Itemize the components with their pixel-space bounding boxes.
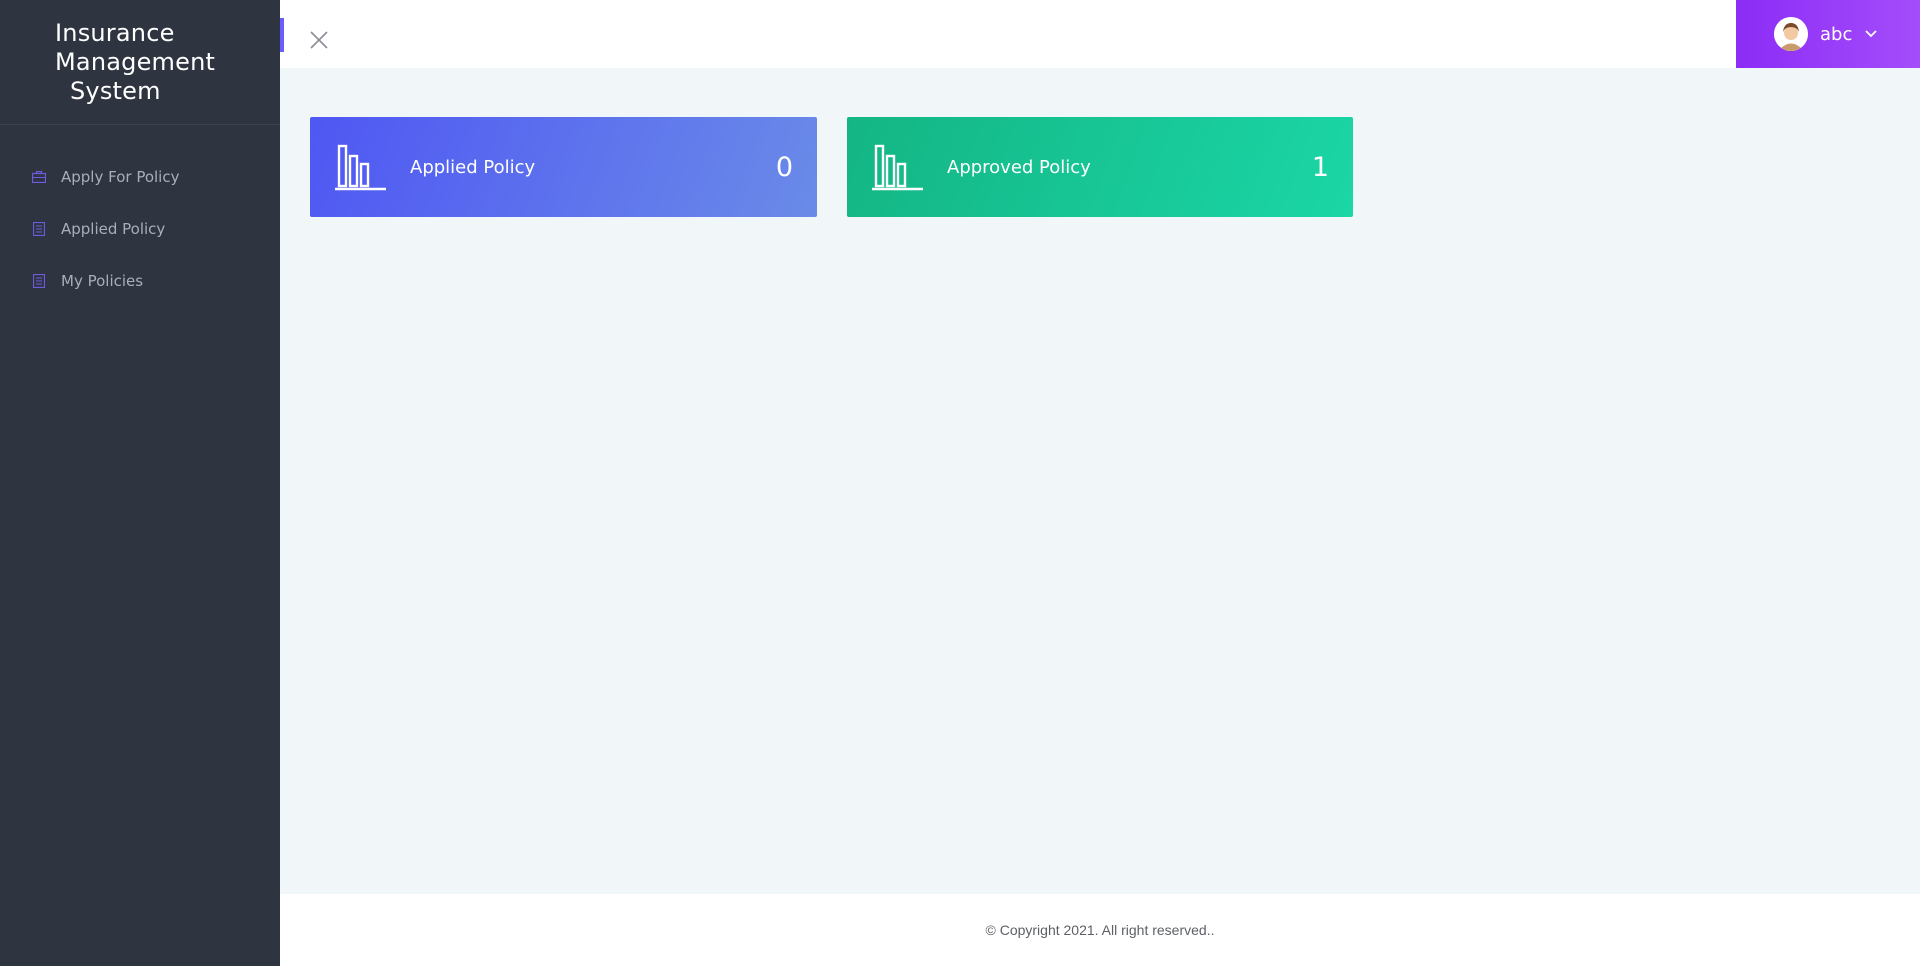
card-value: 0 bbox=[775, 151, 793, 183]
document-icon bbox=[32, 222, 46, 236]
bar-chart-icon bbox=[334, 143, 388, 191]
sidebar-item-label: Applied Policy bbox=[61, 220, 166, 238]
sidebar-item-applied-policy[interactable]: Applied Policy bbox=[0, 203, 280, 255]
card-title: Applied Policy bbox=[410, 156, 536, 178]
card-value: 1 bbox=[1311, 151, 1329, 183]
app-title-line-3: System bbox=[70, 76, 161, 105]
chevron-down-icon bbox=[1864, 27, 1878, 41]
sidebar-item-label: Apply For Policy bbox=[61, 168, 180, 186]
top-bar: abc bbox=[280, 0, 1920, 68]
app-title-line-1: Insurance bbox=[55, 18, 175, 47]
app-title-line-2: Management bbox=[55, 47, 216, 76]
bar-chart-icon bbox=[871, 143, 925, 191]
copyright-text: © Copyright 2021. All right reserved.. bbox=[985, 922, 1215, 938]
sidebar-item-label: My Policies bbox=[61, 272, 144, 290]
sidebar: Insurance Management System Apply For Po… bbox=[0, 0, 280, 966]
app-title[interactable]: Insurance Management System bbox=[55, 19, 245, 106]
sidebar-nav: Apply For Policy Applied Policy My Polic… bbox=[0, 151, 280, 307]
applied-policy-card[interactable]: Applied Policy 0 bbox=[310, 117, 817, 217]
approved-policy-card[interactable]: Approved Policy 1 bbox=[847, 117, 1353, 217]
document-icon bbox=[32, 274, 46, 288]
close-icon[interactable] bbox=[308, 29, 334, 55]
user-name: abc bbox=[1820, 23, 1853, 45]
card-title: Approved Policy bbox=[947, 156, 1091, 178]
brand: Insurance Management System bbox=[0, 0, 280, 125]
briefcase-icon bbox=[32, 170, 46, 184]
sidebar-item-my-policies[interactable]: My Policies bbox=[0, 255, 280, 307]
sidebar-item-apply-for-policy[interactable]: Apply For Policy bbox=[0, 151, 280, 203]
footer: © Copyright 2021. All right reserved.. bbox=[280, 894, 1920, 966]
active-indicator bbox=[280, 18, 284, 52]
avatar-icon bbox=[1774, 17, 1808, 51]
user-menu[interactable]: abc bbox=[1736, 0, 1920, 68]
